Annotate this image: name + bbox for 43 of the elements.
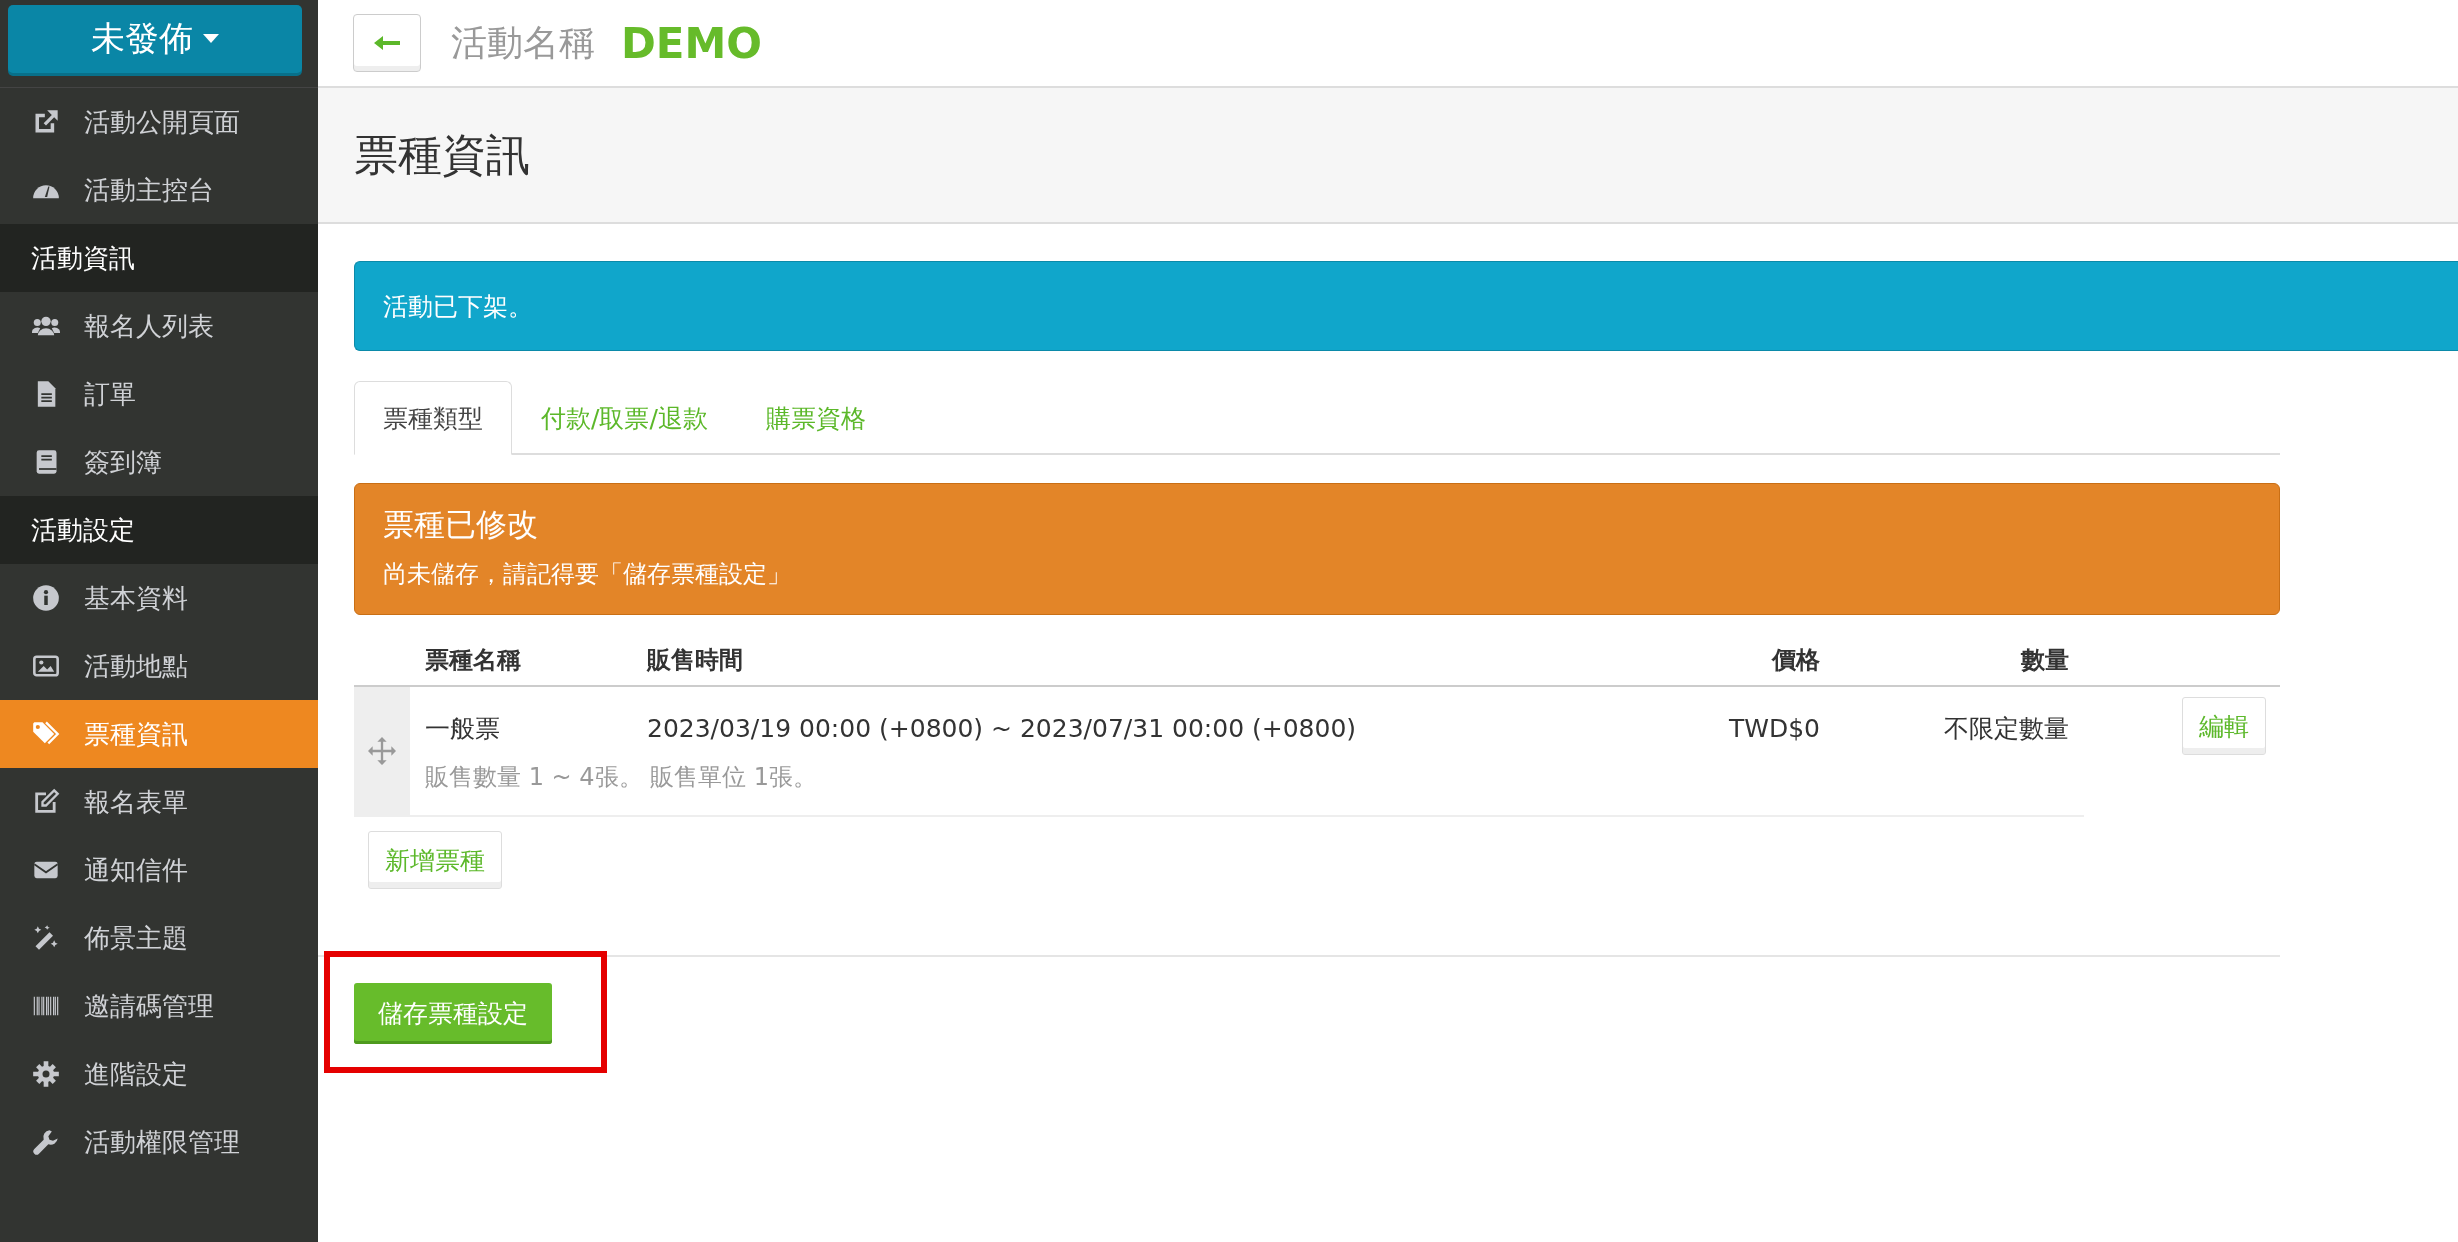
sidebar-item[interactable]: 訂單 (0, 360, 318, 428)
info-icon (32, 584, 60, 612)
sidebar-item[interactable]: 報名人列表 (0, 292, 318, 360)
sidebar-item[interactable]: 活動主控台 (0, 156, 318, 224)
wrench-icon (32, 1128, 60, 1156)
status-dropdown-button[interactable]: 未發佈 (8, 5, 302, 73)
page-title: 票種資訊 (354, 127, 530, 182)
drag-handle[interactable] (354, 687, 410, 817)
column-header: 價格 (1615, 635, 1835, 687)
caret-icon (203, 34, 219, 44)
column-header: 票種名稱 (410, 635, 632, 687)
back-button[interactable] (353, 14, 421, 72)
warning-title: 票種已修改 (383, 505, 539, 544)
sidebar-item[interactable]: 報名表單 (0, 768, 318, 836)
sidebar-section-header: 活動資訊 (0, 224, 318, 292)
tab[interactable]: 票種類型 (354, 381, 512, 455)
ticket-details: 販售數量 1 ~ 4張。 販售單位 1張。 (410, 755, 2084, 817)
move-icon (368, 737, 396, 765)
table-cell-text: 不限定數量 (1943, 712, 2070, 745)
sidebar-item[interactable]: 簽到簿 (0, 428, 318, 496)
sidebar-item[interactable]: 基本資料 (0, 564, 318, 632)
sidebar-item[interactable]: 通知信件 (0, 836, 318, 904)
warning-message: 尚未儲存，請記得要「儲存票種設定」 (383, 559, 792, 590)
sidebar-item[interactable]: 活動地點 (0, 632, 318, 700)
table-cell-text: 2023/03/19 00:00 (+0800) ~ 2023/07/31 00:00 (+0800) (646, 712, 1358, 745)
back-arrow-icon (374, 35, 400, 51)
edit-icon (32, 788, 60, 816)
table-cell-text: 一般票 (424, 712, 501, 745)
table-cell-text: TWD$0 (1727, 712, 1821, 745)
sidebar-section-header: 活動設定 (0, 496, 318, 564)
sidebar-item[interactable]: 進階設定 (0, 1040, 318, 1108)
column-header: 販售時間 (632, 635, 1615, 687)
gear-icon (32, 1060, 60, 1088)
column-header: 數量 (1835, 635, 2084, 687)
header-caption: 活動名稱 (451, 20, 595, 65)
event-name: DEMO (621, 18, 763, 68)
magic-wand-icon (32, 924, 60, 952)
info-alert: 活動已下架。 (354, 261, 2458, 351)
sidebar-item[interactable]: 邀請碼管理 (0, 972, 318, 1040)
sidebar-item[interactable]: 活動公開頁面 (0, 88, 318, 156)
sidebar-item[interactable]: 佈景主題 (0, 904, 318, 972)
image-icon (32, 652, 60, 680)
sidebar-item[interactable]: 活動權限管理 (0, 1108, 318, 1176)
